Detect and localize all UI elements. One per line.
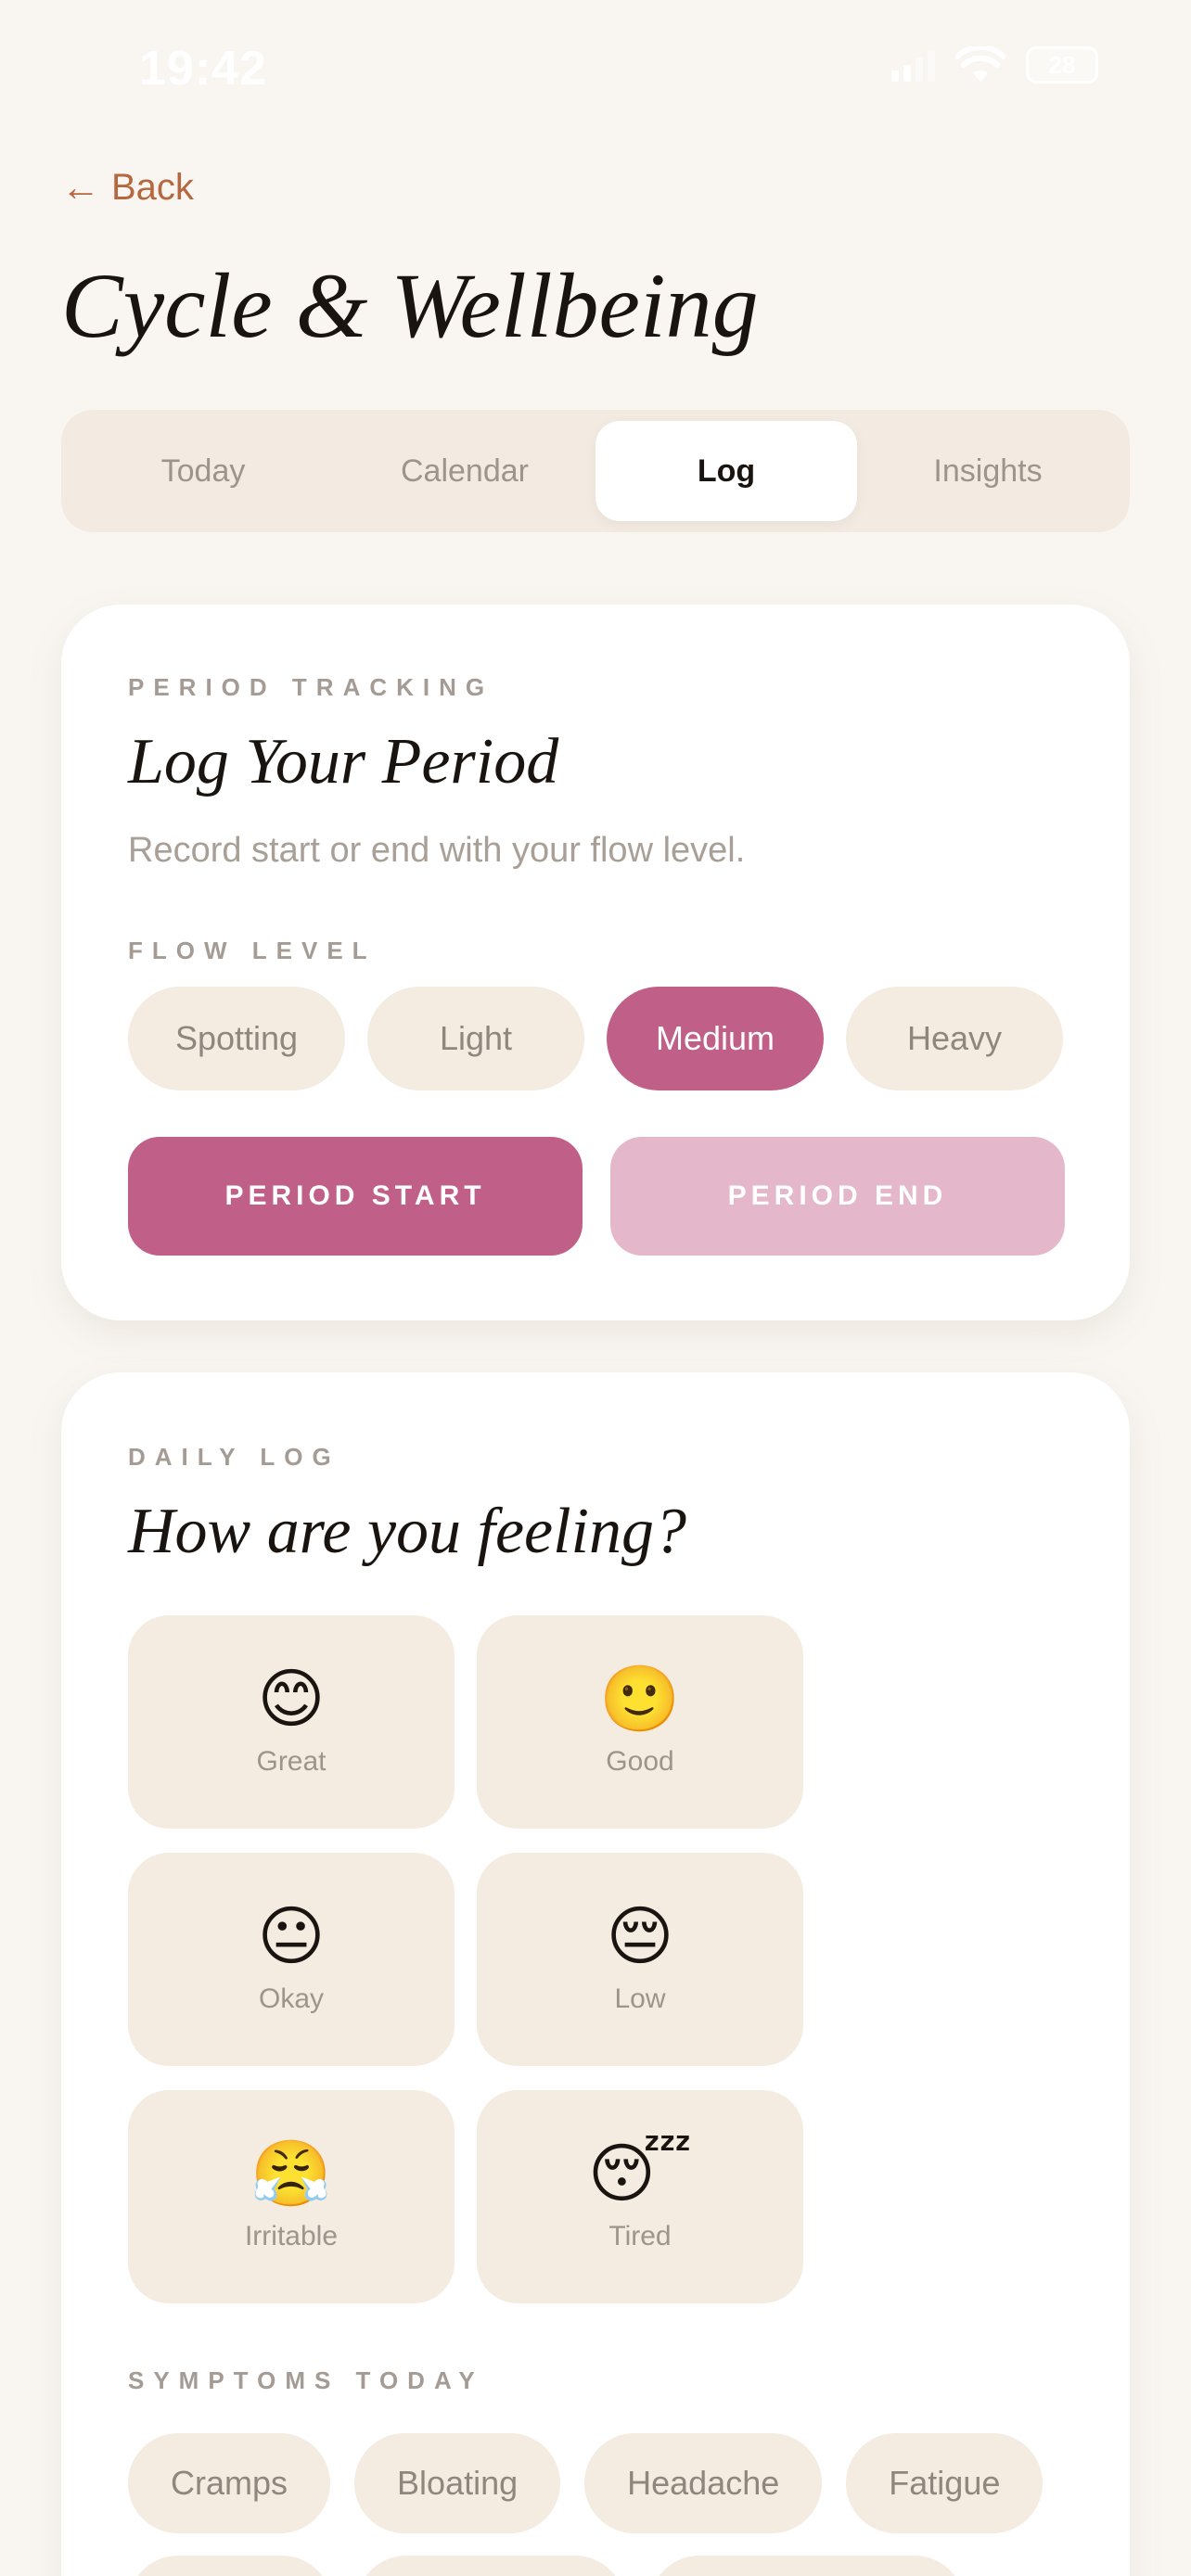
symptom-headache[interactable]: Headache xyxy=(584,2433,823,2533)
slight-smile-icon: 🙂 xyxy=(599,1663,681,1735)
period-start-button[interactable]: PERIOD START xyxy=(128,1137,583,1256)
daily-log-card: DAILY LOG How are you feeling? 😊 Great 🙂… xyxy=(61,1372,1130,2576)
flow-level-label: FLOW LEVEL xyxy=(128,937,377,964)
tab-calendar[interactable]: Calendar xyxy=(334,421,596,521)
mood-label: Irritable xyxy=(244,2221,339,2251)
mood-label: Tired xyxy=(608,2221,672,2251)
status-bar: 19:42 28 xyxy=(0,0,1191,139)
back-button[interactable]: ← Back xyxy=(61,165,194,210)
arrow-left-icon: ← xyxy=(61,165,100,209)
wifi-icon xyxy=(955,46,1005,82)
symptom-fatigue[interactable]: Fatigue xyxy=(846,2433,1044,2533)
symptom-chips-partial xyxy=(128,2556,965,2576)
period-subtitle: Record start or end with your flow level… xyxy=(128,831,746,870)
mood-tired[interactable]: 😴 Tired xyxy=(477,2090,803,2303)
mood-low[interactable]: 😔 Low xyxy=(477,1853,803,2066)
back-label: Back xyxy=(111,166,194,208)
mood-label: Good xyxy=(606,1746,674,1777)
mood-great[interactable]: 😊 Great xyxy=(128,1615,455,1829)
sleeping-face-icon: 😴 xyxy=(587,2137,693,2210)
battery-icon: 28 xyxy=(1026,46,1098,83)
pensive-face-icon: 😔 xyxy=(606,1900,674,1972)
symptom-chip-cut-off[interactable] xyxy=(356,2556,625,2576)
mood-label: Okay xyxy=(258,1983,325,2014)
battery-level: 28 xyxy=(1048,50,1076,79)
signal-icon xyxy=(891,48,935,82)
flow-option-spotting[interactable]: Spotting xyxy=(128,987,345,1090)
mood-irritable[interactable]: 😤 Irritable xyxy=(128,2090,455,2303)
symptoms-label: SYMPTOMS TODAY xyxy=(128,2366,484,2394)
symptom-chip-cut-off[interactable] xyxy=(649,2556,965,2576)
feeling-heading: How are you feeling? xyxy=(128,1496,687,1567)
period-end-button[interactable]: PERIOD END xyxy=(610,1137,1065,1256)
symptom-chips: Cramps Bloating Headache Fatigue xyxy=(128,2433,1044,2533)
status-time: 19:42 xyxy=(139,42,267,96)
mood-good[interactable]: 🙂 Good xyxy=(477,1615,803,1829)
symptom-bloating[interactable]: Bloating xyxy=(354,2433,561,2533)
symptom-chip-cut-off[interactable] xyxy=(128,2556,332,2576)
period-tracking-eyebrow: PERIOD TRACKING xyxy=(128,673,494,701)
period-tracking-card: PERIOD TRACKING Log Your Period Record s… xyxy=(61,605,1130,1320)
mood-label: Low xyxy=(614,1983,666,2014)
neutral-face-icon: 😐 xyxy=(257,1900,326,1972)
flow-option-light[interactable]: Light xyxy=(367,987,584,1090)
smiling-face-icon: 😊 xyxy=(257,1663,326,1735)
tab-log[interactable]: Log xyxy=(596,421,857,521)
segmented-tabs: Today Calendar Log Insights xyxy=(61,410,1130,532)
flow-option-medium[interactable]: Medium xyxy=(607,987,824,1090)
tab-today[interactable]: Today xyxy=(72,421,334,521)
mood-grid: 😊 Great 🙂 Good 😐 Okay 😔 Low 😤 Irritable … xyxy=(128,1615,803,2303)
symptom-cramps[interactable]: Cramps xyxy=(128,2433,331,2533)
flow-option-heavy[interactable]: Heavy xyxy=(846,987,1063,1090)
mood-label: Great xyxy=(256,1746,327,1777)
flow-level-options: Spotting Light Medium Heavy xyxy=(128,987,1063,1090)
status-icons: 28 xyxy=(891,46,1098,83)
page-title: Cycle & Wellbeing xyxy=(61,254,759,357)
period-actions: PERIOD START PERIOD END xyxy=(128,1137,1065,1256)
huffing-face-icon: 😤 xyxy=(250,2137,332,2210)
mood-okay[interactable]: 😐 Okay xyxy=(128,1853,455,2066)
tab-insights[interactable]: Insights xyxy=(857,421,1119,521)
period-heading: Log Your Period xyxy=(128,726,559,797)
daily-log-eyebrow: DAILY LOG xyxy=(128,1443,340,1471)
